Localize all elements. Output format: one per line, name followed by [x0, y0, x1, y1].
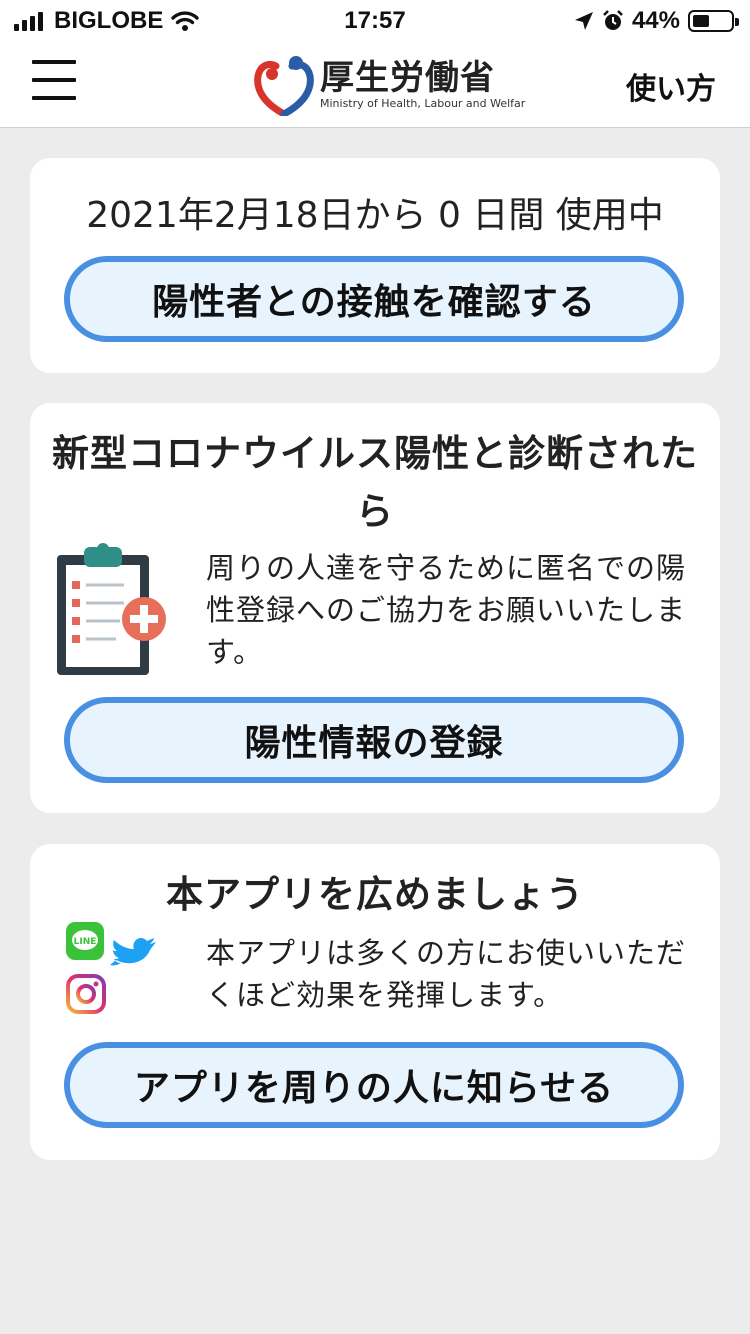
mhlw-logo: 厚生労働省 Ministry of Health, Labour and Wel… [254, 52, 525, 118]
svg-text:LINE: LINE [74, 937, 97, 947]
usage-duration-text: 2021年2月18日から 0 日間 使用中 [86, 195, 664, 236]
battery-icon [688, 10, 739, 32]
mhlw-emblem-icon [254, 56, 314, 116]
logo-subtitle: Ministry of Health, Labour and Welfar [320, 97, 526, 110]
status-right: 44% [574, 7, 739, 35]
logo-title: 厚生労働省 [320, 58, 495, 98]
positive-report-card: 新型コロナウイルス陽性と診断されたら 周りの人達を守るために匿名での陽性登録への… [30, 403, 720, 813]
battery-percent: 44% [631, 7, 680, 34]
twitter-icon [110, 938, 156, 966]
help-link[interactable]: 使い方 [626, 64, 716, 108]
share-app-button[interactable]: アプリを周りの人に知らせる [64, 1042, 684, 1128]
social-icons: LINE [66, 922, 156, 1014]
location-arrow-icon [574, 12, 593, 30]
logo-text: 厚生労働省 Ministry of Health, Labour and Wel… [320, 59, 525, 111]
usage-card: 2021年2月18日から 0 日間 使用中 陽性者との接触を確認する [30, 158, 720, 373]
positive-card-title: 新型コロナウイルス陽性と診断されたら [52, 432, 698, 533]
check-contact-button[interactable]: 陽性者との接触を確認する [64, 256, 684, 342]
positive-card-description: 周りの人達を守るために匿名での陽性登録へのご協力をお願いいたします。 [206, 551, 687, 669]
status-bar: BIGLOBE 17:57 44% [0, 0, 750, 40]
hamburger-menu-icon[interactable] [32, 60, 78, 104]
share-card-description: 本アプリは多くの方にお使いいただくほど効果を発揮します。 [206, 936, 687, 1012]
alarm-icon [603, 10, 623, 30]
instagram-icon [66, 974, 106, 1014]
medical-clipboard-icon [57, 543, 166, 675]
share-app-card: 本アプリを広めましょう LINE 本アプリは多くの方にお使いいただくほど効果を発… [30, 844, 720, 1160]
nav-bar: 厚生労働省 Ministry of Health, Labour and Wel… [0, 40, 750, 128]
share-card-title: 本アプリを広めましょう [166, 873, 584, 916]
battery-fill [693, 15, 709, 27]
register-positive-button[interactable]: 陽性情報の登録 [64, 697, 684, 783]
line-icon: LINE [66, 922, 104, 960]
